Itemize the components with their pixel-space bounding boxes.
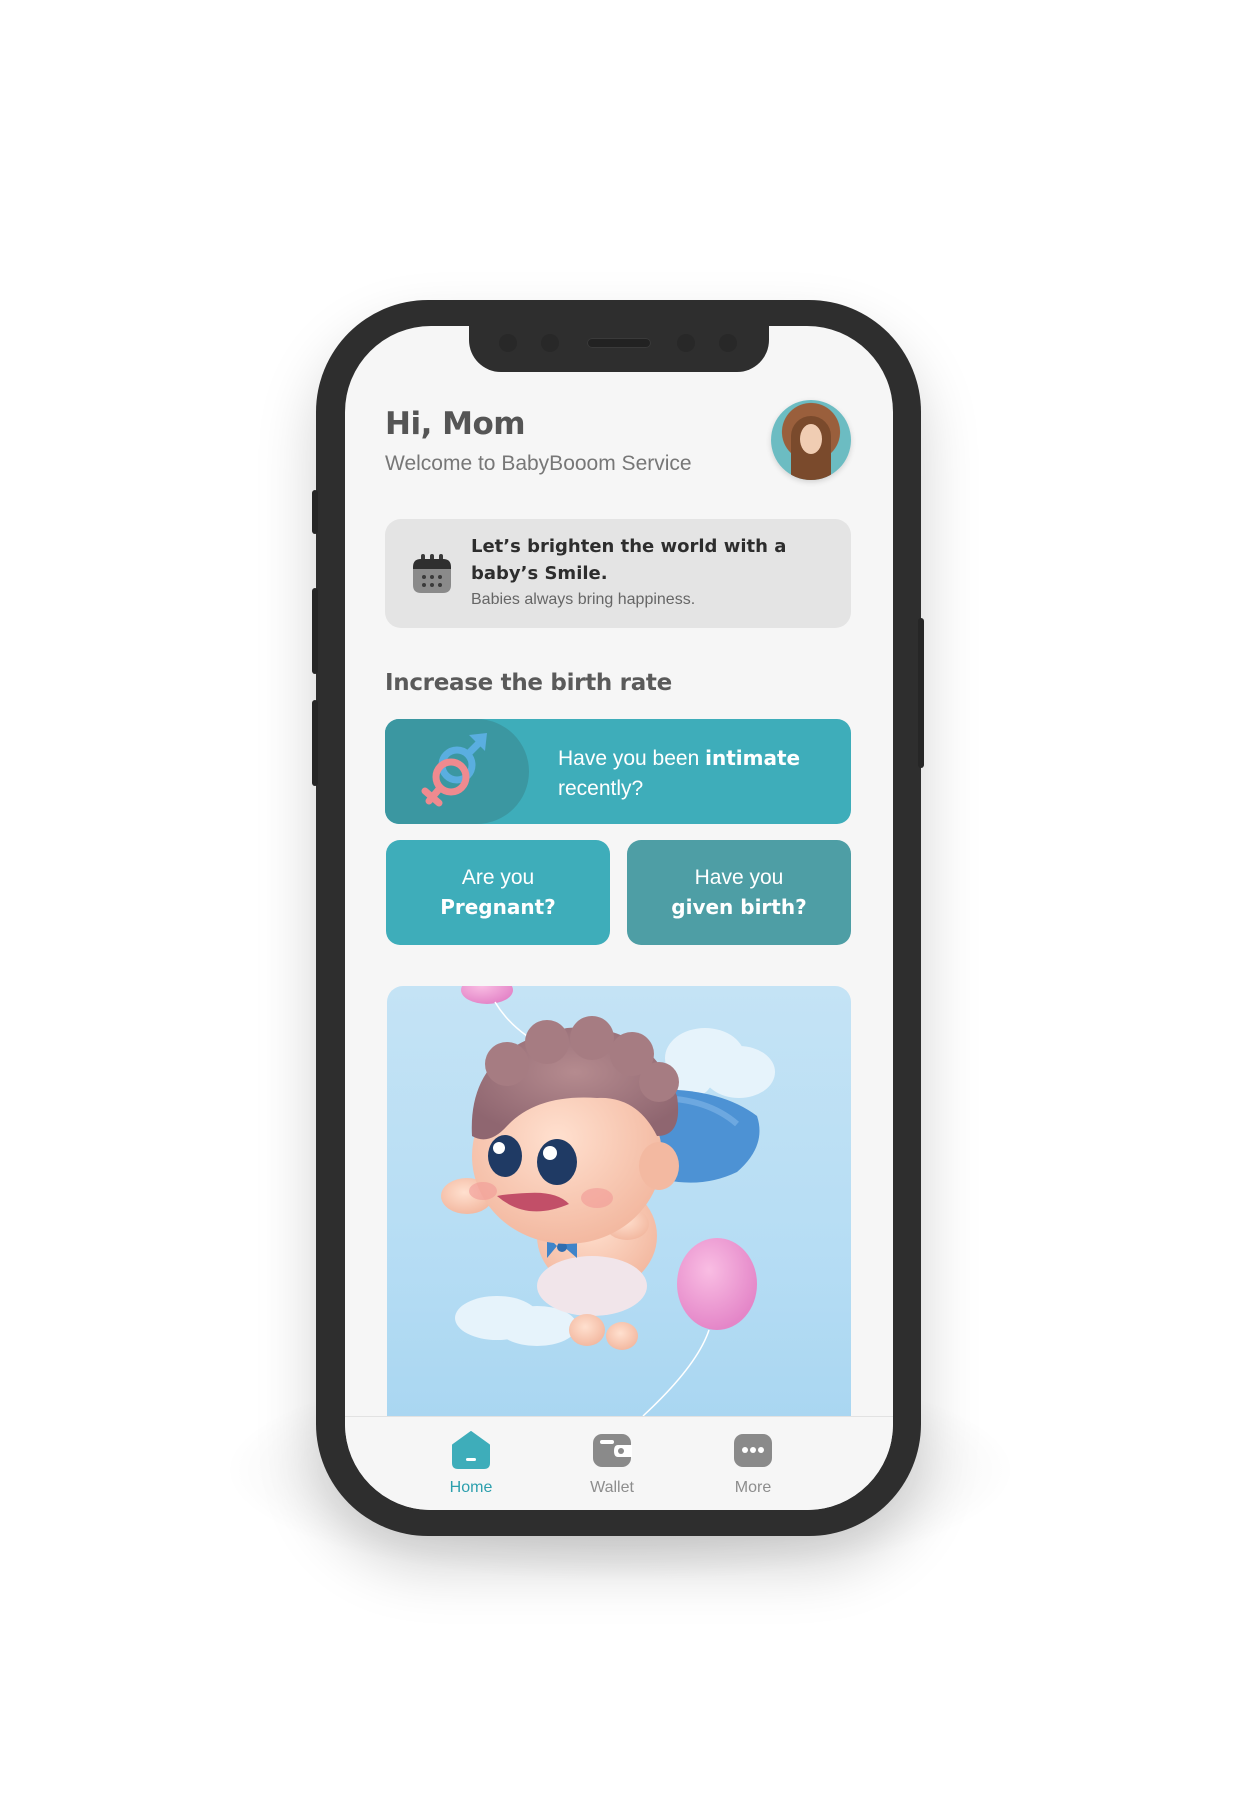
notch-sensor (499, 334, 517, 352)
notch-sensor (541, 334, 559, 352)
bottom-tab-bar: Home Wallet More (345, 1416, 893, 1510)
app-screen: Hi, Mom Welcome to BabyBooom Service Let… (345, 326, 893, 1510)
avatar-face (800, 424, 822, 454)
intimate-text-after: recently? (558, 777, 644, 800)
greeting-title: Hi, Mom (385, 406, 526, 442)
tab-wallet[interactable]: Wallet (567, 1431, 657, 1497)
tab-more[interactable]: More (708, 1431, 798, 1497)
calendar-icon (413, 554, 451, 593)
tab-home-label: Home (449, 1479, 493, 1496)
tab-home[interactable]: Home (426, 1431, 516, 1497)
notch-sensor (677, 334, 695, 352)
avatar[interactable] (771, 400, 851, 480)
pregnant-card-line1: Are you (461, 866, 535, 889)
hero-illustration (387, 986, 851, 1426)
tab-wallet-label: Wallet (590, 1479, 634, 1496)
mute-switch (312, 490, 318, 534)
section-title: Increase the birth rate (385, 670, 672, 696)
intimate-text-bold: intimate (705, 746, 801, 770)
given-birth-card-line2: given birth? (671, 895, 807, 919)
given-birth-card-line1: Have you (694, 866, 784, 889)
front-camera (719, 334, 737, 352)
gender-symbol-icon (421, 733, 487, 807)
pregnant-card[interactable]: Are you Pregnant? (386, 840, 610, 945)
intimate-text-before: Have you been (558, 747, 706, 770)
intimate-card-text: Have you been intimate recently? (558, 743, 838, 804)
pregnant-card-line2: Pregnant? (440, 895, 556, 919)
tab-more-label: More (734, 1479, 772, 1496)
home-icon (452, 1431, 490, 1469)
more-icon (734, 1434, 772, 1467)
volume-up-button (312, 588, 318, 674)
volume-down-button (312, 700, 318, 786)
flying-baby-illustration (441, 986, 775, 1417)
banner-subtitle: Babies always bring happiness. (471, 591, 696, 608)
banner-title: Let’s brighten the world with a baby’s S… (471, 536, 787, 584)
intimate-card[interactable]: Have you been intimate recently? (385, 719, 851, 824)
greeting: Hi, Mom Welcome to BabyBooom Service (385, 406, 692, 476)
wallet-icon (593, 1434, 632, 1467)
notch (469, 326, 769, 372)
power-button (918, 618, 924, 768)
given-birth-card[interactable]: Have you given birth? (627, 840, 851, 945)
greeting-subtitle: Welcome to BabyBooom Service (385, 452, 692, 475)
earpiece-speaker (587, 338, 651, 348)
info-banner: Let’s brighten the world with a baby’s S… (385, 519, 851, 628)
